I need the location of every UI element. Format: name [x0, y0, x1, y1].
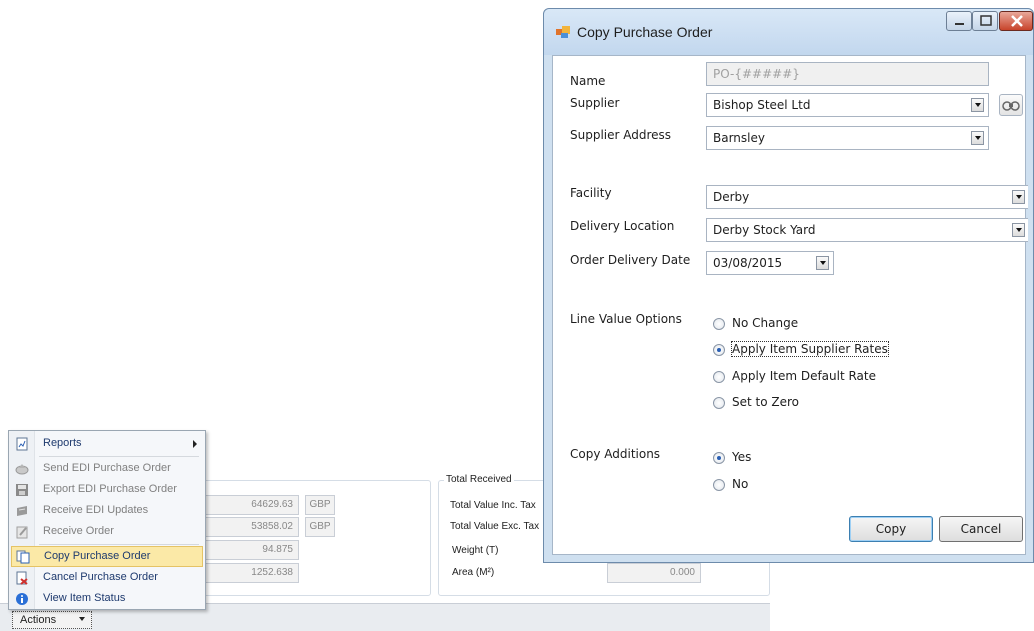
supplier-address-value: Barnsley [713, 131, 765, 145]
actions-context-menu: Reports Send EDI Purchase Order Export E… [8, 430, 206, 610]
menu-item-receive-edi[interactable]: Receive EDI Updates [11, 501, 203, 522]
copy-purchase-order-dialog: Copy Purchase Order Name PO-{#####} Supp… [543, 8, 1034, 563]
dropdown-arrow-icon [971, 131, 984, 145]
menu-item-label: Receive EDI Updates [43, 504, 149, 516]
copy-additions-label: Copy Additions [570, 447, 661, 461]
copy-button[interactable]: Copy [849, 516, 933, 542]
menu-item-send-edi[interactable]: Send EDI Purchase Order [11, 459, 203, 480]
radio-button-icon [713, 371, 725, 383]
dialog-client-area: Name PO-{#####} Supplier Bishop Steel Lt… [552, 55, 1028, 555]
save-icon [16, 484, 28, 496]
menu-item-reports[interactable]: Reports [11, 434, 203, 455]
total-exc-tax-label: Total Value Exc. Tax [450, 521, 540, 532]
currency-badge: GBP [305, 517, 335, 537]
actions-dropdown-button[interactable]: Actions [12, 611, 92, 629]
dropdown-arrow-icon [1012, 190, 1025, 204]
dropdown-arrow-icon [971, 98, 984, 112]
area-value: 1252.638 [205, 563, 299, 583]
facility-select[interactable]: Derby [706, 185, 1028, 209]
radio-button-icon [713, 397, 725, 409]
send-icon [15, 464, 29, 475]
menu-item-label: Reports [43, 437, 82, 449]
close-button[interactable] [999, 11, 1033, 31]
cancel-icon [16, 571, 28, 585]
maximize-icon [980, 15, 992, 26]
menu-item-receive-order[interactable]: Receive Order [11, 522, 203, 543]
order-delivery-date-picker[interactable]: 03/08/2015 [706, 251, 834, 275]
radio-label: Set to Zero [732, 395, 799, 409]
total-inc-tax-label: Total Value Inc. Tax [450, 500, 536, 511]
menu-item-label: Export EDI Purchase Order [43, 483, 177, 495]
supplier-value: Bishop Steel Ltd [713, 98, 811, 112]
currency-badge: GBP [305, 495, 335, 515]
supplier-select[interactable]: Bishop Steel Ltd [706, 93, 989, 117]
copy-icon [16, 550, 30, 564]
name-placeholder: PO-{#####} [713, 67, 800, 81]
radio-button-icon [713, 344, 725, 356]
name-field[interactable]: PO-{#####} [706, 62, 989, 86]
radio-label: Apply Item Default Rate [732, 369, 876, 383]
total-received-title: Total Received [444, 474, 514, 485]
supplier-label: Supplier [570, 96, 620, 110]
radio-button-icon [713, 318, 725, 330]
facility-label: Facility [570, 186, 612, 200]
supplier-address-label: Supplier Address [570, 128, 672, 142]
delivery-location-value: Derby Stock Yard [713, 223, 816, 237]
menu-item-copy-purchase-order[interactable]: Copy Purchase Order [11, 546, 203, 567]
radio-button-icon [713, 479, 725, 491]
area-label: Area (M²) [452, 567, 495, 578]
menu-item-label: Receive Order [43, 525, 114, 537]
delivery-location-select[interactable]: Derby Stock Yard [706, 218, 1028, 242]
receive-icon [17, 506, 27, 516]
report-icon [16, 437, 28, 451]
delivery-location-label: Delivery Location [570, 219, 675, 233]
weight-label: Weight (T) [452, 545, 499, 556]
app-icon [556, 26, 570, 38]
close-icon [1011, 15, 1023, 27]
dialog-title: Copy Purchase Order [577, 24, 713, 40]
total-inc-tax-value: 64629.63 [205, 495, 299, 515]
minimize-button[interactable] [946, 11, 972, 31]
menu-separator [39, 544, 199, 545]
menu-separator [39, 456, 199, 457]
order-delivery-date-value: 03/08/2015 [713, 256, 783, 270]
weight-value: 94.875 [205, 540, 299, 560]
submenu-arrow-icon [193, 440, 197, 448]
menu-item-cancel-purchase-order[interactable]: Cancel Purchase Order [11, 568, 203, 589]
menu-item-label: Send EDI Purchase Order [43, 462, 171, 474]
total-exc-tax-value: 53858.02 [205, 517, 299, 537]
order-delivery-date-label: Order Delivery Date [570, 253, 691, 267]
received-area-value: 0.000 [607, 563, 701, 583]
dropdown-arrow-icon [1012, 223, 1025, 237]
name-label: Name [570, 74, 606, 88]
radio-label: No Change [732, 316, 799, 330]
edit-icon [16, 526, 28, 539]
calendar-dropdown-icon [816, 256, 829, 270]
menu-item-view-item-status[interactable]: View Item Status [11, 589, 203, 610]
actions-label: Actions [20, 614, 57, 626]
supplier-address-select[interactable]: Barnsley [706, 126, 989, 150]
facility-value: Derby [713, 190, 750, 204]
menu-item-label: View Item Status [43, 592, 126, 604]
cancel-button[interactable]: Cancel [939, 516, 1023, 542]
menu-item-export-edi[interactable]: Export EDI Purchase Order [11, 480, 203, 501]
supplier-lookup-button[interactable] [999, 94, 1023, 116]
radio-label: Yes [732, 450, 752, 464]
radio-button-icon [713, 452, 725, 464]
menu-item-label: Cancel Purchase Order [43, 571, 158, 583]
menu-item-label: Copy Purchase Order [44, 550, 151, 562]
radio-label: No [732, 477, 749, 491]
radio-label: Apply Item Supplier Rates [731, 341, 889, 357]
maximize-button[interactable] [972, 11, 998, 31]
chevron-down-icon [79, 617, 85, 621]
info-icon [16, 593, 28, 605]
minimize-icon [955, 23, 964, 25]
dialog-titlebar[interactable]: Copy Purchase Order [544, 9, 1033, 55]
binoculars-icon [1002, 101, 1020, 111]
line-value-options-label: Line Value Options [570, 312, 682, 326]
